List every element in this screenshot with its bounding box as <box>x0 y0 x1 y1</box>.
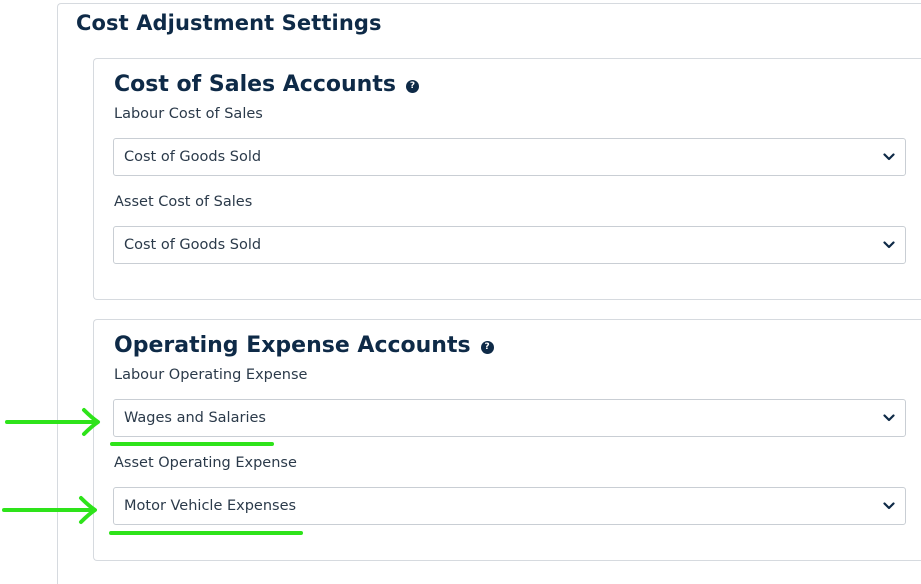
section-title-operating-expense: Operating Expense Accounts ? <box>114 333 494 358</box>
chevron-down-icon <box>883 241 895 249</box>
arrow-right-icon <box>5 408 100 436</box>
chevron-down-icon <box>883 414 895 422</box>
help-icon[interactable]: ? <box>480 340 494 354</box>
chevron-down-icon <box>883 153 895 161</box>
asset-cost-of-sales-label: Asset Cost of Sales <box>114 194 253 210</box>
section-title-cost-of-sales: Cost of Sales Accounts ? <box>114 72 419 97</box>
asset-operating-expense-select[interactable]: Motor Vehicle Expenses <box>113 487 906 525</box>
labour-operating-expense-select[interactable]: Wages and Salaries <box>113 399 906 437</box>
section-title-text: Operating Expense Accounts <box>114 333 471 358</box>
arrow-right-icon <box>2 496 97 524</box>
labour-cost-of-sales-label: Labour Cost of Sales <box>114 106 263 122</box>
chevron-down-icon <box>883 502 895 510</box>
section-title-text: Cost of Sales Accounts <box>114 72 396 97</box>
asset-operating-expense-label: Asset Operating Expense <box>114 455 297 471</box>
select-value: Cost of Goods Sold <box>124 237 262 253</box>
asset-cost-of-sales-select[interactable]: Cost of Goods Sold <box>113 226 906 264</box>
select-value: Wages and Salaries <box>124 410 266 426</box>
page-title: Cost Adjustment Settings <box>76 11 382 35</box>
select-value: Cost of Goods Sold <box>124 149 262 165</box>
labour-operating-expense-label: Labour Operating Expense <box>114 367 308 383</box>
operating-expense-section: Operating Expense Accounts ? Labour Oper… <box>93 319 921 561</box>
labour-cost-of-sales-select[interactable]: Cost of Goods Sold <box>113 138 906 176</box>
select-value: Motor Vehicle Expenses <box>124 498 297 514</box>
cost-of-sales-section: Cost of Sales Accounts ? Labour Cost of … <box>93 58 921 300</box>
highlight-underline <box>109 531 303 535</box>
highlight-underline <box>110 442 274 446</box>
help-icon[interactable]: ? <box>405 79 419 93</box>
